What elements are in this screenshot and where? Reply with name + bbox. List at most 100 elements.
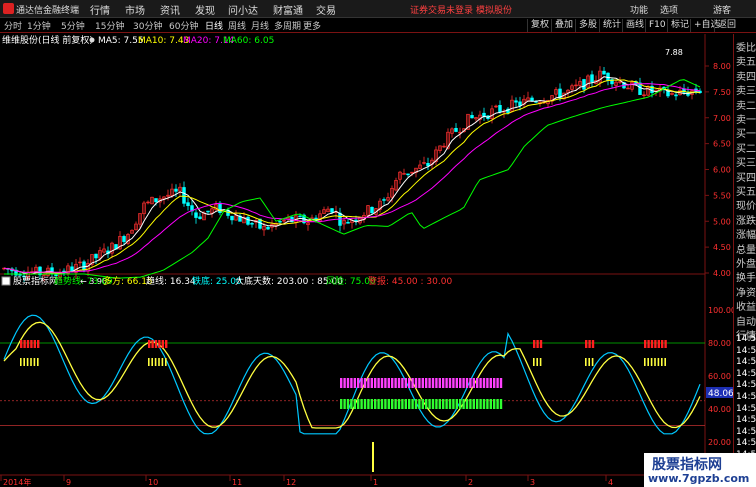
top-warning-bar — [165, 340, 168, 348]
candle-body — [498, 105, 502, 113]
ind-alert-label: 警报: 45.00 : 30.00 — [368, 275, 452, 287]
accumulate-bar — [394, 399, 397, 409]
price-tick-label: 5.50 — [713, 191, 731, 200]
price-tick-label: 6.50 — [713, 140, 731, 149]
price-grid — [705, 65, 709, 274]
sell-signal-bar — [37, 358, 39, 366]
ma5-label: MA5: 7.55 — [98, 36, 144, 46]
bottom-zone-bar — [408, 378, 411, 388]
tab-daily[interactable]: 日线 — [205, 19, 223, 32]
top-warning-bar — [536, 340, 539, 348]
menu-guest[interactable]: 游客 — [713, 3, 731, 16]
accumulate-bar — [496, 399, 499, 409]
legend-dot-icon — [89, 37, 95, 43]
login-status-link[interactable]: 证券交易未登录 — [410, 3, 473, 16]
back-button[interactable]: 返回 — [714, 19, 739, 32]
tab-1min[interactable]: 1分钟 — [27, 19, 51, 32]
candlesticks — [2, 66, 702, 283]
tab-weekly[interactable]: 周线 — [228, 19, 246, 32]
indicator-bars — [20, 340, 667, 472]
tab-60min[interactable]: 60分钟 — [169, 19, 198, 32]
bottom-zone-bar — [370, 378, 373, 388]
price-tick-label: 6.00 — [713, 166, 731, 175]
candle-body — [346, 221, 350, 224]
overlay-button[interactable]: 叠加 — [551, 19, 576, 32]
top-warning-bar — [647, 340, 650, 348]
adjust-button[interactable]: 复权 — [527, 19, 552, 32]
candle-body — [278, 220, 282, 223]
tab-monthly[interactable]: 月线 — [251, 19, 269, 32]
quote-field-label[interactable]: 自动 — [736, 313, 756, 328]
candle-body — [606, 72, 610, 81]
top-warning-bar — [585, 340, 588, 348]
tab-30min[interactable]: 30分钟 — [133, 19, 162, 32]
x-tick-label: 9 — [66, 478, 71, 487]
candle-body — [54, 274, 58, 277]
accumulate-bar — [346, 399, 350, 409]
quote-field-label: 买一 — [736, 129, 756, 141]
chart-area[interactable]: 维维股份(日线 前复权) MA5: 7.55 MA10: 7.43 MA20: … — [0, 34, 733, 487]
tab-15min[interactable]: 15分钟 — [95, 19, 124, 32]
accumulate-bar — [414, 399, 418, 409]
candle-body — [198, 216, 202, 219]
bottom-zone-bar — [414, 378, 418, 388]
ma10-line — [3, 79, 701, 274]
candle-body — [122, 236, 126, 242]
bottom-zone-bar — [384, 378, 387, 388]
tab-more[interactable]: 更多 — [303, 19, 321, 32]
sell-signal-bar — [536, 358, 538, 366]
candle-body — [602, 70, 606, 75]
accumulate-bar — [384, 399, 387, 409]
sell-signal-bar — [657, 358, 660, 366]
candle-body — [94, 253, 98, 259]
price-tick-label: 7.50 — [713, 88, 731, 97]
bottom-zone-bar — [476, 378, 479, 388]
tab-5min[interactable]: 5分钟 — [61, 19, 85, 32]
bottom-zone-bar — [340, 378, 343, 388]
menu-news[interactable]: 资讯 — [160, 2, 180, 17]
menu-options[interactable]: 选项 — [660, 3, 678, 16]
candle-body — [18, 274, 22, 276]
top-warning-bar — [644, 340, 647, 348]
sell-signal-bar — [154, 358, 157, 366]
accumulate-bar — [377, 399, 380, 409]
candle-body — [174, 188, 178, 192]
sell-signal-bar — [148, 358, 150, 366]
menu-market[interactable]: 市场 — [125, 2, 145, 17]
draw-line-button[interactable]: 画线 — [622, 19, 647, 32]
candle-body — [330, 208, 334, 213]
stats-button[interactable]: 统计 — [599, 19, 624, 32]
tick-time: 14:55 — [736, 334, 756, 344]
quote-field-label: 总量 — [736, 244, 756, 256]
f10-button[interactable]: F10 — [645, 19, 669, 32]
bottom-zone-bar — [438, 378, 441, 388]
quote-field-label: 外盘 — [736, 259, 756, 270]
bottom-zone-bar — [462, 378, 465, 388]
menu-discover[interactable]: 发现 — [195, 2, 215, 17]
x-tick-label: 3 — [530, 478, 535, 487]
bottom-zone-bar — [465, 378, 469, 388]
tab-intraday[interactable]: 分时 — [4, 19, 22, 32]
accumulate-bar — [462, 399, 465, 409]
menu-trade[interactable]: 交易 — [316, 2, 336, 17]
price-tick-label: 8.00 — [713, 62, 731, 71]
top-warning-bar — [148, 340, 151, 348]
accumulate-bar — [428, 399, 431, 409]
sell-signal-bar — [165, 358, 167, 366]
indicator-menu-icon[interactable] — [1, 276, 11, 286]
menu-wealth[interactable]: 财富通 — [273, 2, 303, 17]
quote-field-label: 卖一 — [736, 115, 756, 126]
simulation-link[interactable]: 模拟股份 — [476, 3, 512, 16]
indicator-tick-label: 60.00 — [708, 372, 731, 381]
tab-multi-period[interactable]: 多周期 — [274, 19, 301, 32]
bottom-zone-bar — [482, 378, 486, 388]
accumulate-bar — [452, 399, 455, 409]
sell-signal-bar — [158, 358, 160, 366]
multi-stock-button[interactable]: 多股 — [575, 19, 600, 32]
mark-button[interactable]: 标记 — [667, 19, 692, 32]
candle-body — [518, 101, 522, 106]
watermark-title: 股票指标网 — [652, 457, 722, 473]
menu-quotes[interactable]: 行情 — [90, 2, 110, 17]
menu-function[interactable]: 功能 — [630, 3, 648, 16]
menu-ask[interactable]: 问小达 — [228, 2, 258, 17]
